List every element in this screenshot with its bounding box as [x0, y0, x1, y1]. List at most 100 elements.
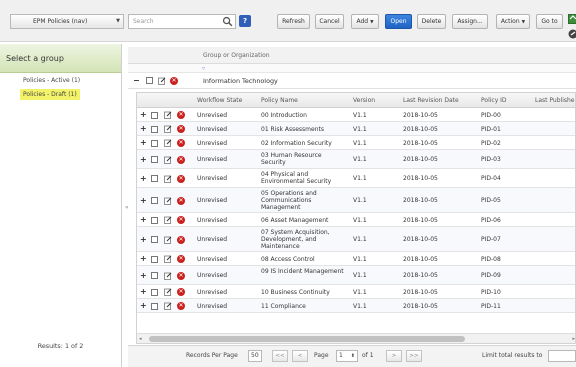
policy-name[interactable]: 06 Asset Management [261, 217, 347, 224]
scroll-right-icon[interactable]: ▸ [572, 334, 575, 343]
export-icon[interactable] [568, 14, 576, 24]
row-checkbox[interactable] [151, 272, 158, 279]
edit-icon[interactable] [164, 236, 172, 244]
row-checkbox[interactable] [151, 216, 158, 224]
expand-icon[interactable]: + [140, 196, 147, 205]
expand-icon[interactable]: + [140, 288, 147, 296]
collapse-icon[interactable]: − [133, 73, 140, 89]
row-checkbox[interactable] [151, 255, 158, 263]
table-row[interactable]: + ✕ Unrevised 08 Access Control V1.1 2018-10-… [137, 252, 575, 266]
previous-page-button[interactable]: < [292, 350, 308, 362]
table-row[interactable]: + ✕ Unrevised 06 Asset Management V1.1 2018-1… [137, 213, 575, 227]
table-row[interactable]: + ✕ Unrevised 11 Compliance V1.1 2018-10-05 PI… [137, 299, 575, 313]
delete-icon[interactable]: ✕ [177, 196, 185, 205]
add-button[interactable]: Add ▼ [351, 14, 379, 29]
row-checkbox[interactable] [151, 302, 158, 310]
delete-icon[interactable]: ✕ [177, 271, 185, 280]
row-checkbox[interactable] [151, 197, 158, 204]
table-row[interactable]: + ✕ Unrevised 09 IS Incident Management V1.1… [137, 266, 575, 285]
edit-icon[interactable] [164, 197, 172, 205]
delete-icon[interactable]: ✕ [170, 77, 178, 85]
goto-button[interactable]: Go to [536, 14, 563, 29]
edit-icon[interactable] [164, 272, 172, 280]
policy-name[interactable]: 01 Risk Assessments [261, 126, 347, 133]
edit-icon[interactable] [164, 255, 172, 263]
table-row[interactable]: + ✕ Unrevised 02 Information Security V1.1 20… [137, 136, 575, 150]
help-button[interactable]: ? [239, 15, 251, 27]
group-item-policies-draft[interactable]: Policies - Draft (1) [20, 89, 80, 100]
table-row[interactable]: + ✕ Unrevised 01 Risk Assessments V1.1 2018-1… [137, 122, 575, 136]
expand-icon[interactable]: + [140, 255, 147, 263]
refresh-button[interactable]: Refresh [277, 14, 310, 29]
scroll-left-icon[interactable]: ◂ [139, 334, 142, 343]
expand-icon[interactable]: + [140, 271, 147, 280]
edit-icon[interactable] [164, 288, 172, 296]
row-checkbox[interactable] [151, 175, 158, 182]
expand-icon[interactable]: + [140, 155, 147, 164]
expand-icon[interactable]: + [140, 174, 147, 183]
expand-icon[interactable]: + [140, 235, 147, 244]
policy-name[interactable]: 03 Human Resource Security [261, 152, 347, 166]
expand-icon[interactable]: + [140, 216, 147, 224]
group-item-policies-active[interactable]: Policies - Active (1) [20, 75, 83, 86]
search-icon[interactable] [222, 16, 233, 27]
delete-icon[interactable]: ✕ [177, 139, 185, 147]
open-button[interactable]: Open [385, 14, 412, 29]
delete-icon[interactable]: ✕ [177, 216, 185, 224]
row-checkbox[interactable] [151, 288, 158, 296]
table-row[interactable]: + ✕ Unrevised 04 Physical and Environmental… [137, 169, 575, 188]
filter-icon[interactable]: ▿ [202, 65, 205, 72]
table-row[interactable]: + ✕ Unrevised 03 Human Resource Security V1.… [137, 150, 575, 169]
search-input[interactable]: Search [128, 14, 236, 29]
delete-icon[interactable]: ✕ [177, 155, 185, 164]
column-header-version[interactable]: Version [353, 93, 375, 108]
column-header-workflow-state[interactable]: Workflow State [197, 93, 242, 108]
table-row[interactable]: + ✕ Unrevised 10 Business Continuity V1.1 201… [137, 285, 575, 299]
edit-icon[interactable] [164, 139, 172, 147]
edit-icon[interactable] [164, 175, 172, 183]
assign-button[interactable]: Assign... [452, 14, 488, 29]
delete-button[interactable]: Delete [417, 14, 446, 29]
edit-icon[interactable] [164, 216, 172, 224]
last-page-button[interactable]: >> [406, 350, 422, 362]
table-row[interactable]: + ✕ Unrevised 00 Introduction V1.1 2018-10-05… [137, 108, 575, 122]
delete-icon[interactable]: ✕ [177, 302, 185, 310]
policy-name[interactable]: 11 Compliance [261, 303, 347, 310]
group-row[interactable]: − ✕ Information Technology [128, 73, 576, 89]
delete-icon[interactable]: ✕ [177, 111, 185, 119]
row-checkbox[interactable] [151, 125, 158, 133]
row-checkbox[interactable] [151, 139, 158, 147]
edit-icon[interactable] [164, 156, 172, 164]
delete-icon[interactable]: ✕ [177, 174, 185, 183]
checkbox[interactable] [146, 77, 153, 84]
scrollbar-thumb[interactable] [149, 336, 465, 342]
policy-name[interactable]: 04 Physical and Environmental Security [261, 171, 347, 185]
policy-name[interactable]: 10 Business Continuity [261, 289, 347, 296]
cancel-button[interactable]: Cancel [315, 14, 344, 29]
nav-select[interactable]: EPM Policies (nav) ▼ [10, 14, 124, 29]
expand-icon[interactable]: + [140, 125, 147, 133]
row-checkbox[interactable] [151, 111, 158, 119]
table-row[interactable]: + ✕ Unrevised 07 System Acquisition, Develo… [137, 227, 575, 252]
link-icon[interactable] [568, 29, 576, 39]
expand-icon[interactable]: + [140, 302, 147, 310]
policy-name[interactable]: 08 Access Control [261, 256, 347, 263]
edit-icon[interactable] [158, 77, 166, 85]
first-page-button[interactable]: << [272, 350, 288, 362]
column-header-policy-name[interactable]: Policy Name [261, 93, 298, 108]
column-header-last-revision-date[interactable]: Last Revision Date [403, 93, 459, 108]
action-button[interactable]: Action ▼ [496, 14, 530, 29]
horizontal-scrollbar[interactable]: ◂ ▸ [137, 333, 575, 343]
edit-icon[interactable] [164, 111, 172, 119]
column-header-last-published[interactable]: Last Publishe [535, 93, 574, 108]
delete-icon[interactable]: ✕ [177, 125, 185, 133]
column-header-policy-id[interactable]: Policy ID [481, 93, 507, 108]
policy-name[interactable]: 02 Information Security [261, 140, 347, 147]
page-input[interactable]: 1 ⬍ [336, 350, 358, 362]
policy-name[interactable]: 07 System Acquisition, Development, and … [261, 229, 347, 250]
expand-icon[interactable]: + [140, 139, 147, 147]
delete-icon[interactable]: ✕ [177, 288, 185, 296]
policy-name[interactable]: 00 Introduction [261, 112, 347, 119]
policy-name[interactable]: 09 IS Incident Management [261, 268, 347, 275]
edit-icon[interactable] [164, 302, 172, 310]
